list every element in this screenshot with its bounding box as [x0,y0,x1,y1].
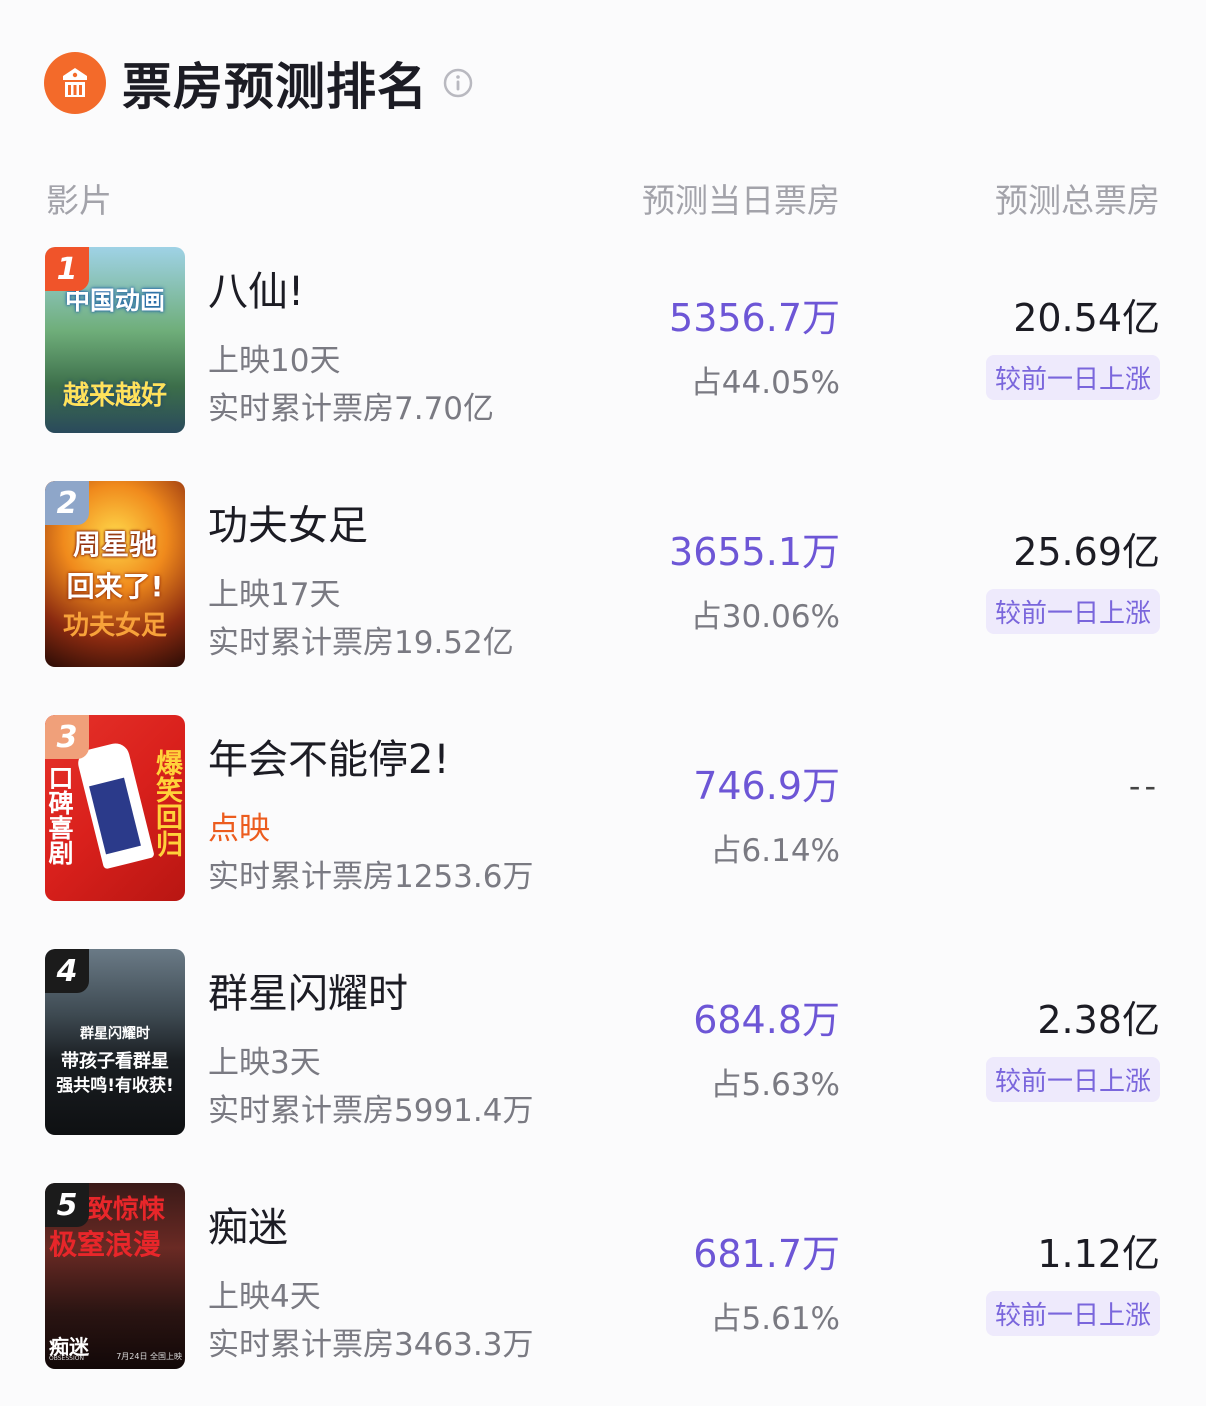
movie-title: 痴迷 [208,1205,288,1251]
trend-badge: 较前一日上涨 [985,1057,1160,1102]
release-days: 上映10天 [208,343,341,379]
info-icon[interactable] [442,67,474,103]
column-header-day-forecast[interactable]: 预测当日票房 [642,174,840,222]
movie-row-3[interactable]: 口碑喜剧 爆笑回归 3 年会不能停2! 点映 实时累计票房1253.6万 746… [0,715,1206,901]
day-forecast-value: 681.7万 [693,1232,840,1276]
day-forecast-value: 3655.1万 [669,530,840,574]
cumulative-box-office: 实时累计票房3463.3万 [208,1327,534,1363]
total-forecast-value: 1.12亿 [1037,1232,1160,1276]
release-days: 点映 [208,811,270,847]
day-forecast-value: 684.8万 [693,998,840,1042]
movie-row-4[interactable]: 群星闪耀时 带孩子看群星 强共鸣!有收获! 4 群星闪耀时 上映3天 实时累计票… [0,949,1206,1135]
day-forecast-value: 746.9万 [693,764,840,808]
poster-caption: 群星闪耀时 [80,1026,150,1042]
rank-badge: 5 [45,1183,89,1227]
cumulative-box-office: 实时累计票房1253.6万 [208,859,534,895]
release-days: 上映4天 [208,1279,321,1315]
poster-caption: 越来越好 [62,381,167,411]
movie-poster[interactable]: 致惊悚 极窒浪漫 痴迷 OBSESSION 7月24日 全国上映 5 [45,1183,185,1369]
trend-badge: 较前一日上涨 [985,1291,1160,1336]
poster-caption: 7月24日 全国上映 [116,1352,182,1361]
cumulative-box-office: 实时累计票房7.70亿 [208,391,495,427]
total-forecast-value: -- [1128,767,1160,805]
total-forecast-value: 2.38亿 [1037,998,1160,1042]
total-forecast-value: 25.69亿 [1013,530,1160,574]
movie-poster[interactable]: 周星驰 回来了! 功夫女足 2 [45,481,185,667]
poster-caption: 爆笑回归 [151,749,182,857]
card-header: 票房预测排名 [44,48,474,118]
movie-poster[interactable]: 中国动画 越来越好 1 [45,247,185,433]
column-header-total-forecast[interactable]: 预测总票房 [995,174,1160,222]
release-days: 上映17天 [208,577,341,613]
share-percent: 占5.63% [710,1067,840,1103]
cumulative-box-office: 实时累计票房19.52亿 [208,625,514,661]
cumulative-box-office: 实时累计票房5991.4万 [208,1093,534,1129]
poster-caption: 带孩子看群星 [61,1051,169,1072]
share-percent: 占6.14% [710,833,840,869]
rank-badge: 1 [45,247,89,291]
poster-caption: 口碑喜剧 [45,765,74,865]
box-office-card: 票房预测排名 影片 预测当日票房 预测总票房 中国动画 越来越好 1 八仙! 上… [0,4,1206,1406]
trend-badge: 较前一日上涨 [985,589,1160,634]
rank-badge: 2 [45,481,89,525]
movie-title: 功夫女足 [208,503,368,549]
rank-badge: 4 [45,949,89,993]
poster-caption: 周星驰 [72,528,157,561]
movie-row-2[interactable]: 周星驰 回来了! 功夫女足 2 功夫女足 上映17天 实时累计票房19.52亿 … [0,481,1206,667]
share-percent: 占30.06% [690,599,840,635]
poster-caption: 强共鸣!有收获! [56,1076,174,1096]
page-title: 票房预测排名 [122,58,428,116]
cinema-logo-icon [44,52,106,114]
movie-row-5[interactable]: 致惊悚 极窒浪漫 痴迷 OBSESSION 7月24日 全国上映 5 痴迷 上映… [0,1183,1206,1369]
poster-caption: 致惊悚 [87,1195,166,1225]
movie-title: 年会不能停2! [208,737,450,783]
poster-caption: 回来了! [66,570,164,603]
movie-poster[interactable]: 口碑喜剧 爆笑回归 3 [45,715,185,901]
movie-title: 群星闪耀时 [208,971,408,1017]
share-percent: 占44.05% [690,365,840,401]
movie-row-1[interactable]: 中国动画 越来越好 1 八仙! 上映10天 实时累计票房7.70亿 5356.7… [0,247,1206,433]
release-days: 上映3天 [208,1045,321,1081]
movie-title: 八仙! [208,269,305,315]
rank-badge: 3 [45,715,89,759]
trend-badge: 较前一日上涨 [985,355,1160,400]
share-percent: 占5.61% [710,1301,840,1337]
day-forecast-value: 5356.7万 [669,296,840,340]
poster-caption: 极窒浪漫 [49,1228,162,1261]
poster-caption: OBSESSION [49,1355,84,1362]
movie-poster[interactable]: 群星闪耀时 带孩子看群星 强共鸣!有收获! 4 [45,949,185,1135]
column-header-film: 影片 [46,181,112,220]
poster-caption: 功夫女足 [62,611,167,641]
total-forecast-value: 20.54亿 [1013,296,1160,340]
